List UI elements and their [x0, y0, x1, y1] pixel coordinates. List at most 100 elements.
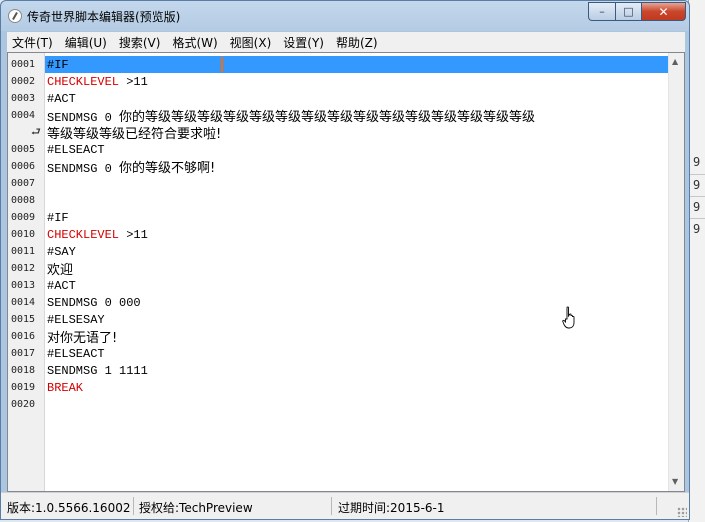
line-number: 0014 — [11, 297, 36, 308]
window-title: 传奇世界脚本编辑器(预览版) — [27, 10, 181, 24]
code-text: SENDMSG 0 000 — [47, 296, 141, 310]
code-token: #ELSESAY — [47, 312, 105, 327]
word-wrap-icon: ⮐ — [31, 125, 41, 138]
code-token: #ELSEACT — [47, 142, 105, 157]
code-token: >11 — [119, 74, 148, 89]
caption-buttons: – □ ✕ — [588, 2, 686, 21]
line-number: 0002 — [11, 76, 36, 87]
vertical-scrollbar[interactable]: ▲ ▼ — [668, 53, 684, 491]
code-token: #ACT — [47, 278, 76, 293]
background-text: 9 — [693, 155, 701, 169]
line-number: 0006 — [11, 161, 36, 172]
line-number: 0018 — [11, 365, 36, 376]
code-line[interactable]: 0007 — [11, 175, 670, 192]
code-text: #IF — [47, 211, 69, 225]
line-number: 0008 — [11, 195, 36, 206]
code-line[interactable]: 0005 #ELSEACT — [11, 141, 670, 158]
code-text: SENDMSG 1 1111 — [47, 364, 148, 378]
code-token: #IF — [47, 210, 69, 225]
menu-format[interactable]: 格式(W) — [167, 34, 224, 51]
code-token: >11 — [119, 227, 148, 242]
code-token: #ACT — [47, 91, 76, 106]
code-line[interactable]: 0011 #SAY — [11, 243, 670, 260]
line-number: 0016 — [11, 331, 36, 342]
menu-bar: 文件(T) 编辑(U) 搜索(V) 格式(W) 视图(X) 设置(Y) 帮助(Z… — [7, 32, 685, 52]
code-line[interactable]: ⮐ 等级等级等级已经符合要求啦! — [31, 123, 670, 142]
code-text: #ELSEACT — [47, 347, 105, 361]
code-text: CHECKLEVEL >11 — [47, 75, 148, 89]
menu-settings[interactable]: 设置(Y) — [278, 34, 331, 51]
keyword-token: BREAK — [47, 380, 84, 395]
close-icon: ✕ — [658, 4, 669, 19]
app-icon[interactable] — [8, 9, 22, 23]
code-line[interactable]: 0002 CHECKLEVEL >11 — [11, 73, 670, 90]
code-line[interactable]: 0003 #ACT — [11, 90, 670, 107]
minimize-button[interactable]: – — [588, 2, 615, 21]
menu-edit[interactable]: 编辑(U) — [60, 34, 114, 51]
line-number: 0003 — [11, 93, 36, 104]
line-number: 0012 — [11, 263, 36, 274]
code-line[interactable]: 0006 SENDMSG 0 你的等级不够啊! — [11, 157, 670, 176]
status-version: 版本:1.0.5566.16002 — [7, 501, 131, 515]
line-number: 0001 — [11, 59, 36, 70]
message-text: 对你无语了! — [47, 331, 118, 346]
code-line[interactable]: 0012 欢迎 — [11, 259, 670, 278]
code-text: #ELSESAY — [47, 313, 105, 327]
code-line[interactable]: 0013 #ACT — [11, 277, 670, 294]
code-line[interactable]: 0016 对你无语了! — [11, 327, 670, 346]
background-text: 9 — [693, 222, 701, 236]
code-text: 欢迎 — [47, 259, 73, 278]
editor-window: 传奇世界脚本编辑器(预览版) – □ ✕ 文件(T) 编辑(U) 搜索(V) 格… — [0, 0, 690, 520]
menu-search[interactable]: 搜索(V) — [114, 34, 168, 51]
code-token: SENDMSG 1 1111 — [47, 363, 148, 378]
code-line[interactable]: 0001 #IF — [11, 56, 670, 73]
code-text: #ELSEACT — [47, 143, 105, 157]
code-text: CHECKLEVEL >11 — [47, 228, 148, 242]
background-window: 9 9 9 9 — [688, 0, 705, 522]
code-text: 等级等级等级已经符合要求啦! — [47, 123, 221, 142]
message-text: 你的等级不够啊! — [119, 161, 216, 176]
code-token: #ELSEACT — [47, 346, 105, 361]
code-token: SENDMSG 0 — [47, 162, 120, 176]
code-text: #ACT — [47, 92, 76, 106]
code-text: #IF — [47, 58, 69, 72]
resize-grip[interactable] — [677, 507, 687, 517]
title-bar[interactable]: 传奇世界脚本编辑器(预览版) – □ ✕ — [1, 1, 689, 31]
line-number: 0013 — [11, 280, 36, 291]
code-line[interactable]: 0009 #IF — [11, 209, 670, 226]
code-token: SENDMSG 0 000 — [47, 295, 141, 310]
status-licensed: 授权给:TechPreview — [139, 501, 253, 515]
line-number: 0020 — [11, 399, 36, 410]
close-button[interactable]: ✕ — [641, 2, 686, 21]
code-line[interactable]: 0019 BREAK — [11, 379, 670, 396]
menu-view[interactable]: 视图(X) — [225, 34, 279, 51]
code-token: #IF — [47, 57, 69, 72]
line-number: 0005 — [11, 144, 36, 155]
line-number: 0015 — [11, 314, 36, 325]
code-line[interactable]: 0004 SENDMSG 0 你的等级等级等级等级等级等级等级等级等级等级等级等级… — [11, 107, 670, 125]
maximize-icon: □ — [623, 5, 634, 18]
code-line[interactable]: 0018 SENDMSG 1 1111 — [11, 362, 670, 379]
menu-file[interactable]: 文件(T) — [7, 34, 60, 51]
line-number: 0004 — [11, 110, 36, 121]
scroll-up-icon[interactable]: ▲ — [672, 57, 678, 66]
minimize-icon: – — [599, 5, 605, 18]
code-line[interactable]: 0020 — [11, 396, 670, 413]
text-caret — [221, 57, 223, 72]
maximize-button[interactable]: □ — [615, 2, 641, 21]
code-line[interactable]: 0017 #ELSEACT — [11, 345, 670, 362]
code-text: #ACT — [47, 279, 76, 293]
hand-cursor-icon — [562, 306, 575, 329]
background-text: 9 — [693, 200, 701, 214]
code-editor[interactable]: 0001 #IF 0002 CHECKLEVEL >11 0003 #ACT 0004 SEN… — [11, 53, 670, 491]
code-text: 对你无语了! — [47, 327, 117, 346]
status-bar: 版本:1.0.5566.16002 授权给:TechPreview 过期时间:2… — [1, 492, 689, 519]
message-text: 等级等级等级已经符合要求啦! — [47, 127, 222, 142]
scroll-down-icon[interactable]: ▼ — [672, 477, 678, 486]
menu-help[interactable]: 帮助(Z) — [331, 34, 385, 51]
code-text: SENDMSG 0 你的等级不够啊! — [47, 157, 215, 176]
code-line[interactable]: 0008 — [11, 192, 670, 209]
code-text: BREAK — [47, 381, 83, 395]
code-line[interactable]: 0010 CHECKLEVEL >11 — [11, 226, 670, 243]
code-text: #SAY — [47, 245, 76, 259]
